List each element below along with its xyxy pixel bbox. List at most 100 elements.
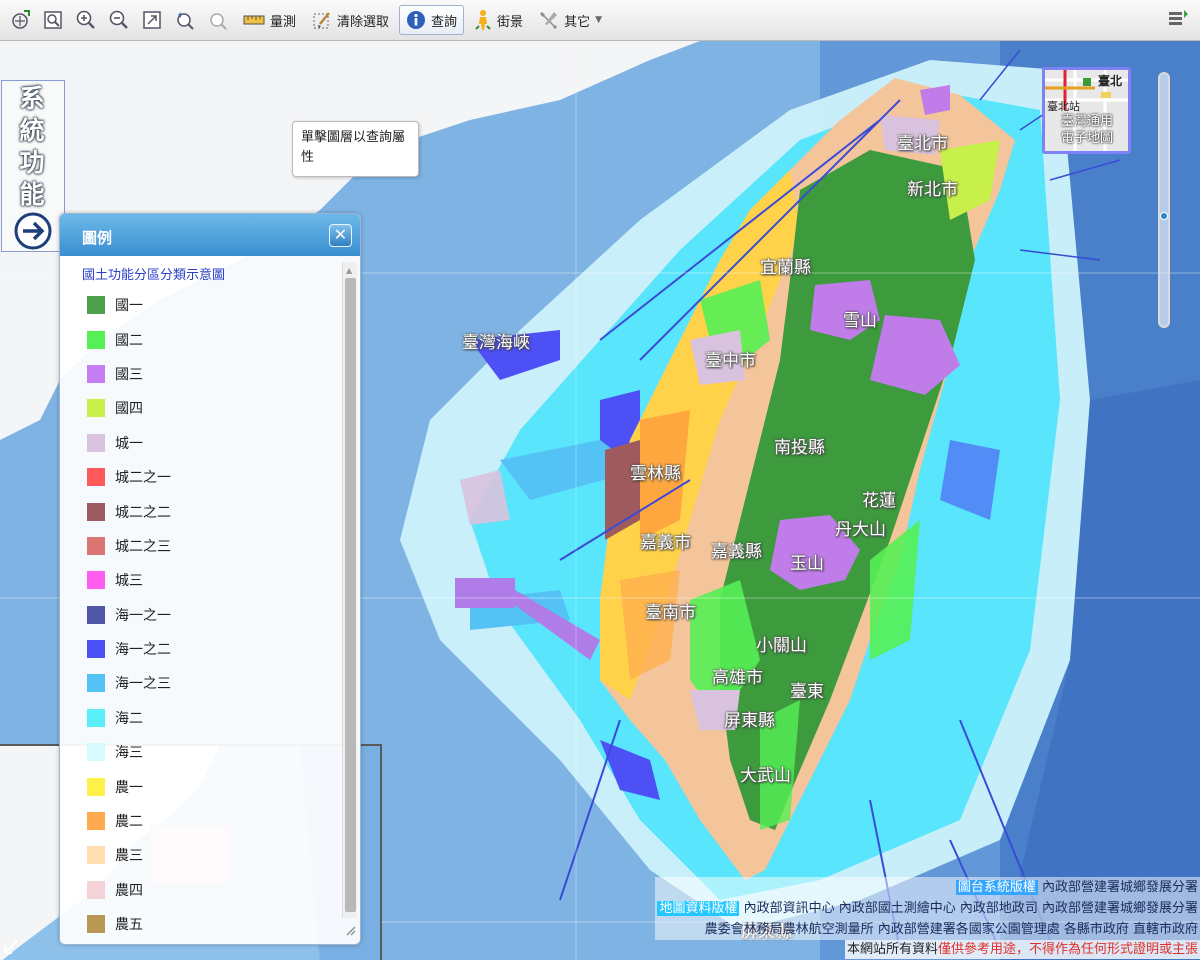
zoom-slider[interactable] <box>1158 72 1170 328</box>
legend-item: 農二 <box>82 804 343 838</box>
full-screen-icon[interactable] <box>138 6 166 34</box>
map-data-copyright-label: 地圖資料版權 <box>657 901 740 916</box>
zoom-slider-handle[interactable] <box>1160 212 1168 220</box>
legend-label: 城二之三 <box>115 538 171 555</box>
legend-swatch <box>87 674 105 693</box>
scrollbar-thumb[interactable] <box>345 278 356 912</box>
legend-body: 國土功能分區分類示意圖 國一 國二 國三 國四 城一 城二之一 城二之二 城二之三 城三 海一之一… <box>60 256 343 944</box>
street-view-button[interactable]: 街景 <box>468 5 529 35</box>
measure-button[interactable]: 量測 <box>237 5 302 35</box>
query-button[interactable]: 查詢 <box>399 5 465 35</box>
copyright-line-1: 圖台系統版權 內政部營建署城鄉發展分署 <box>655 877 1200 898</box>
close-icon[interactable]: ✕ <box>329 224 352 247</box>
clear-selection-button[interactable]: 清除選取 <box>306 5 395 35</box>
chevron-down-icon: ▼ <box>595 15 602 25</box>
legend-swatch <box>87 605 105 624</box>
legend-item: 海一之一 <box>82 598 343 632</box>
other-tools-label: 其它 <box>564 14 591 30</box>
disclaimer-prefix: 本網站所有資料 <box>846 942 938 957</box>
arrow-right-circle-icon[interactable] <box>13 211 53 255</box>
legend-label: 城一 <box>115 435 143 452</box>
map-label-yilan: 宜蘭縣 <box>760 258 811 278</box>
legend-label: 城二之二 <box>115 504 171 521</box>
legend-swatch <box>87 640 105 659</box>
legend-label: 農二 <box>115 814 143 831</box>
legend-swatch <box>87 708 105 727</box>
query-label: 查詢 <box>431 14 458 30</box>
zoom-box-icon[interactable] <box>39 6 67 34</box>
legend-swatch <box>87 364 105 383</box>
system-copyright-text: 內政部營建署城鄉發展分署 <box>1041 880 1198 895</box>
legend-label: 農五 <box>115 917 143 934</box>
legend-label: 海二 <box>115 710 143 727</box>
legend-item: 農五 <box>82 907 343 941</box>
map-label-dawushan: 大武山 <box>740 766 791 786</box>
legend-item: 城二之三 <box>82 529 343 563</box>
other-tools-button[interactable]: 其它 ▼ <box>533 5 608 35</box>
query-hint-tooltip: 單擊圖層以查詢屬性 <box>292 121 419 177</box>
legend-swatch <box>87 777 105 796</box>
toolbar: 量測 清除選取 查詢 街景 其它 ▼ <box>0 0 1200 41</box>
map-label-yunlin: 雲林縣 <box>630 464 681 484</box>
legend-item: 國二 <box>82 322 343 356</box>
map-label-hualien: 花蓮 <box>862 491 896 511</box>
legend-swatch <box>87 433 105 452</box>
legend-swatch <box>87 536 105 555</box>
basemap-selector[interactable]: 臺北 臺北站 臺灣通用 電子地圖 <box>1042 67 1131 154</box>
zoom-in-icon[interactable] <box>72 6 100 34</box>
legend-swatch <box>87 915 105 934</box>
legend-item: 農三 <box>82 838 343 872</box>
system-functions-tab[interactable]: 系統功能 <box>1 80 65 252</box>
copyright-line-3: 農委會林務局農林航空測量所 內政部營建署各國家公園管理處 各縣市政府 直轄市政府 <box>655 919 1200 940</box>
map-label-nantou: 南投縣 <box>774 438 825 458</box>
map-label-chiayi: 嘉義縣 <box>711 542 762 562</box>
map-label-tainan: 臺南市 <box>645 603 696 623</box>
layer-list-icon[interactable] <box>1166 7 1190 35</box>
legend-title: 國土功能分區分類示意圖 <box>82 268 226 283</box>
legend-scrollbar[interactable]: ▲ <box>342 262 357 918</box>
map-label-xueshan: 雪山 <box>843 311 877 331</box>
legend-header-title: 圖例 <box>82 229 113 247</box>
legend-item: 城二之一 <box>82 460 343 494</box>
legend-label: 城三 <box>115 573 143 590</box>
full-extent-icon[interactable] <box>6 6 34 34</box>
legend-swatch <box>87 846 105 865</box>
legend-label: 農三 <box>115 848 143 865</box>
basemap-station-label: 臺北 <box>1098 74 1123 88</box>
resize-grip-icon[interactable] <box>344 921 356 940</box>
legend-item: 海二 <box>82 701 343 735</box>
legend-item: 國一 <box>82 288 343 322</box>
map-label-yushan: 玉山 <box>790 554 824 574</box>
map-label-taitung: 臺東 <box>790 682 824 702</box>
legend-item: 國四 <box>82 391 343 425</box>
map-label-new-taipei: 新北市 <box>907 180 958 200</box>
legend-label: 城二之一 <box>115 470 171 487</box>
map-label-chiayi-city: 嘉義市 <box>640 533 691 553</box>
legend-label: 海一之二 <box>115 642 171 659</box>
map-label-taipei: 臺北市 <box>897 134 948 154</box>
zoom-out-icon[interactable] <box>105 6 133 34</box>
legend-swatch <box>87 468 105 487</box>
legend-label: 國四 <box>115 401 143 418</box>
legend-item: 海一之三 <box>82 666 343 700</box>
overview-toggle-icon[interactable] <box>2 938 20 960</box>
legend-list: 國一 國二 國三 國四 城一 城二之一 城二之二 城二之三 城三 海一之一 海一之二 海一之三 海二 海三… <box>82 288 343 941</box>
legend-label: 農四 <box>115 882 143 899</box>
legend-item: 海三 <box>82 735 343 769</box>
legend-swatch <box>87 502 105 521</box>
legend-label: 海三 <box>115 745 143 762</box>
map-data-copyright-text: 內政部資訊中心 內政部國土測繪中心 內政部地政司 內政部營建署城鄉發展分署 <box>743 901 1198 916</box>
legend-swatch <box>87 812 105 831</box>
basemap-label: 臺灣通用 電子地圖 <box>1047 113 1127 147</box>
legend-swatch <box>87 743 105 762</box>
scroll-up-icon[interactable]: ▲ <box>346 266 352 275</box>
legend-label: 國一 <box>115 298 143 315</box>
map-label-xiaoguanshan: 小關山 <box>756 636 807 656</box>
legend-swatch <box>87 296 105 315</box>
map-label-kaohsiung: 高雄市 <box>712 668 763 688</box>
map-label-dangdang: 丹大山 <box>835 520 886 540</box>
previous-extent-icon[interactable] <box>171 6 199 34</box>
street-view-label: 街景 <box>497 14 524 30</box>
next-extent-icon[interactable] <box>204 6 232 34</box>
basemap-label-line2: 電子地圖 <box>1060 131 1113 146</box>
